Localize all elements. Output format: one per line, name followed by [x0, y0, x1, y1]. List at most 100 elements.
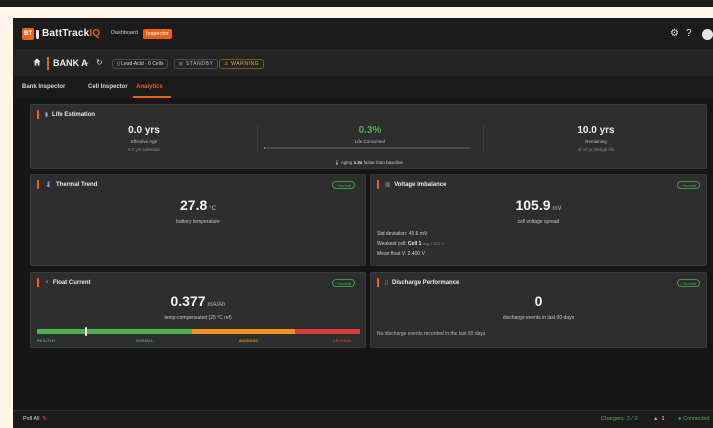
- aging-value: 1.2x: [353, 160, 363, 165]
- gear-icon[interactable]: ⚙: [670, 29, 679, 39]
- card-accent: [37, 110, 39, 119]
- bank-bar: BANK A ⌄ ↻ ▯ Lead-Acid · 6 Cells ◎ STAND…: [13, 50, 713, 76]
- battery-icon: ▯: [385, 279, 389, 286]
- remaining-col: 10.0 yrs Remaining of 10 yr design life: [483, 125, 709, 152]
- tab-bank-inspector[interactable]: Bank Inspector: [22, 84, 65, 90]
- voltage-spread-unit: mV: [552, 206, 562, 212]
- float-title: Float Current: [52, 279, 91, 286]
- thermal-title: Thermal Trend: [55, 181, 98, 188]
- hourglass-icon: ▮: [45, 111, 49, 118]
- tab-cell-inspector[interactable]: Cell Inspector: [88, 84, 128, 90]
- thermal-status: Normal: [338, 183, 352, 188]
- life-estimation-card: ▮ Life Estimation 0.0 yrs Effective Age 0…: [30, 104, 707, 169]
- warning-icon: ▲: [653, 416, 659, 422]
- card-title: 🌡 Thermal Trend: [37, 180, 97, 189]
- top-navbar: BT BattTrackIQ Dashboard Inspector ⚙ ?: [13, 18, 713, 50]
- weakest-value: Cell 1: [408, 241, 422, 247]
- app-logo[interactable]: BT: [22, 28, 34, 40]
- card-accent: [37, 278, 39, 287]
- remaining-label: Remaining: [585, 139, 607, 144]
- card-accent: [377, 180, 379, 189]
- aging-note: 🌡 Aging 1.2x faster than baseline: [31, 160, 706, 166]
- temperature-caption: battery temperature: [176, 219, 220, 225]
- thermometer-icon: 🌡: [45, 181, 52, 188]
- effective-age-value: 0.0 yrs: [128, 125, 160, 136]
- poll-all-button[interactable]: Poll All ↻: [23, 416, 47, 422]
- alerts-indicator[interactable]: ▲ 1: [653, 416, 665, 422]
- mean-value: 2.400 V: [407, 251, 425, 257]
- float-current-caption: temp-compensated (25 °C ref): [164, 315, 232, 321]
- card-title: ▮ Life Estimation: [37, 110, 95, 119]
- std-label: Std deviation:: [377, 231, 408, 237]
- remaining-detail: of 10 yr design life: [577, 147, 615, 152]
- chemistry-badge: ▯ Lead-Acid · 6 Cells: [112, 59, 169, 69]
- card-accent: [37, 180, 39, 189]
- warning-badge[interactable]: ⚠ WARNING: [219, 59, 265, 69]
- tab-analytics[interactable]: Analytics: [136, 84, 163, 90]
- warning-label: WARNING: [231, 61, 260, 67]
- chevron-down-icon[interactable]: ⌄: [84, 58, 90, 66]
- life-consumed-label: Life Consumed: [354, 139, 386, 144]
- state-badge: ◎ STANDBY: [174, 59, 219, 69]
- status-bar: Poll All ↻ Chargers: 3 / 3 ▲ 1 ● Connected: [13, 410, 713, 428]
- active-tab-indicator: [133, 96, 171, 98]
- voltage-metric: 105.9 mV cell voltage spread: [371, 197, 706, 225]
- float-current-card: ⚡ Float Current ✓Normal 0.377 mA/Ah temp-c…: [30, 272, 366, 348]
- standby-icon: ◎: [179, 61, 186, 67]
- lightning-icon: ⚡: [45, 279, 49, 286]
- user-icon[interactable]: [702, 29, 713, 40]
- life-consumed-fill: [264, 147, 266, 149]
- mean-float-row: Mean float V: 2.400 V: [377, 251, 425, 257]
- zone-label-warning: WARNING: [239, 339, 259, 343]
- bank-selector[interactable]: BANK A: [53, 58, 88, 68]
- nav-inspector[interactable]: Inspector: [143, 29, 172, 39]
- status-badge: ✓Normal: [332, 181, 356, 189]
- home-icon[interactable]: [33, 58, 41, 66]
- voltage-title: Voltage Imbalance: [394, 181, 447, 188]
- life-consumed-col: 0.3% Life Consumed: [257, 125, 483, 144]
- weakest-detail: avg 2.512 V: [422, 241, 445, 246]
- bar-chart-icon: ▥: [385, 181, 391, 188]
- brand-name: BattTrackIQ: [42, 28, 100, 39]
- discharge-metric: 0 discharge events in last 90 days: [371, 293, 706, 321]
- effective-age-detail: 0.0 yrs calendar: [127, 147, 161, 152]
- temperature-value: 27.8: [180, 197, 208, 213]
- thermal-trend-card: 🌡 Thermal Trend ✓Normal 27.8 °C battery te…: [30, 174, 366, 266]
- zone-label-normal: NORMAL: [136, 339, 154, 343]
- discharge-note: No discharge events recorded in the last…: [377, 331, 486, 337]
- life-title: Life Estimation: [52, 111, 96, 118]
- float-current-value: 0.377: [170, 293, 206, 309]
- discharge-status: Normal: [683, 281, 697, 286]
- std-value: 45.6 mV: [408, 231, 428, 237]
- help-icon[interactable]: ?: [686, 29, 692, 39]
- zone-warning-segment: [192, 329, 296, 334]
- bank-divider: [47, 57, 49, 70]
- zone-critical-segment: [295, 329, 360, 334]
- top-strip: [0, 0, 713, 7]
- zone-label-critical: CRITICAL: [333, 339, 353, 343]
- status-badge: ✓Normal: [332, 279, 356, 287]
- refresh-icon[interactable]: ↻: [96, 58, 103, 67]
- weakest-cell-row: Weakest cell: Cell 1 avg 2.512 V: [377, 241, 444, 247]
- thermometer-icon: 🌡: [334, 160, 341, 165]
- status-badge: ✓Normal: [677, 181, 701, 189]
- app-window: BT BattTrackIQ Dashboard Inspector ⚙ ? B…: [13, 18, 713, 428]
- thermal-metric: 27.8 °C battery temperature: [31, 197, 365, 225]
- float-status: Normal: [338, 281, 352, 286]
- zone-normal-segment: [37, 329, 193, 334]
- voltage-status: Normal: [683, 183, 697, 188]
- temperature-unit: °C: [209, 206, 216, 212]
- alerts-count: 1: [661, 416, 665, 422]
- nav-dashboard[interactable]: Dashboard: [111, 30, 138, 36]
- chemistry-label: Lead-Acid · 6 Cells: [121, 61, 164, 67]
- card-accent: [377, 278, 379, 287]
- aging-suffix: faster than baseline: [363, 160, 403, 165]
- chargers-status: Chargers: 3 / 3: [601, 416, 638, 422]
- discharge-caption: discharge events in last 90 days: [502, 315, 575, 321]
- life-consumed-bar: [264, 147, 470, 149]
- connection-status: ● Connected: [678, 416, 709, 422]
- brand-main: BattTrack: [42, 28, 90, 39]
- card-title: ⚡ Float Current: [37, 278, 91, 287]
- card-title: ▯ Discharge Performance: [377, 278, 459, 287]
- voltage-imbalance-card: ▥ Voltage Imbalance ✓Normal 105.9 mV cell …: [370, 174, 707, 266]
